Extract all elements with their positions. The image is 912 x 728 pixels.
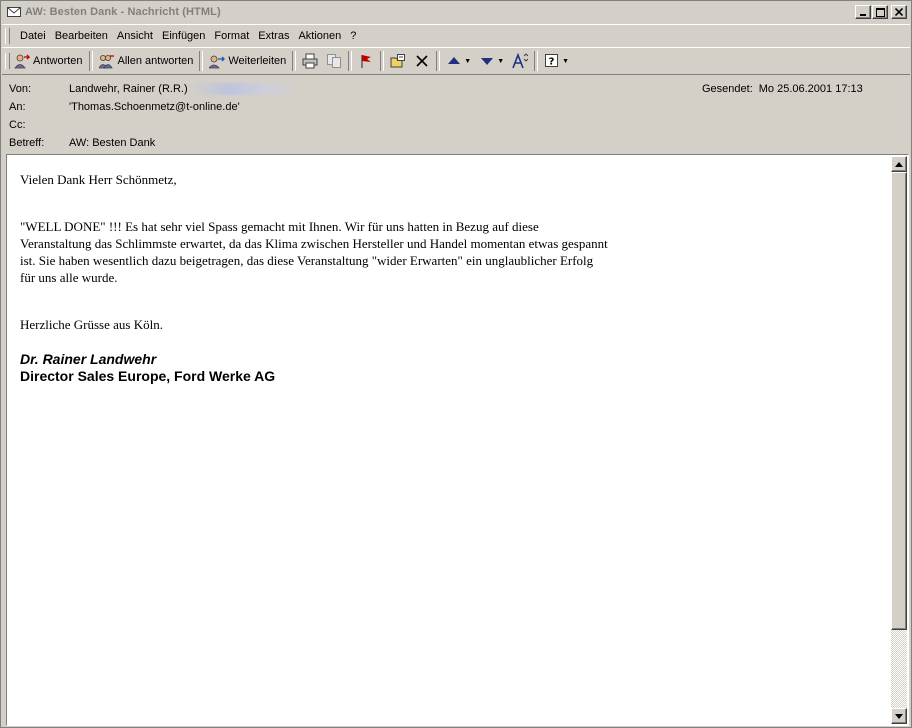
- toolbar-separator: [380, 51, 385, 71]
- toolbar-separator: [436, 51, 441, 71]
- scroll-down-button[interactable]: [891, 708, 907, 724]
- message-body[interactable]: Vielen Dank Herr Schönmetz, "WELL DONE" …: [6, 154, 909, 726]
- close-button[interactable]: [891, 5, 907, 19]
- menu-aktionen[interactable]: Aktionen: [294, 30, 345, 42]
- from-row: Von: Landwehr, Rainer (R.R.): [9, 81, 300, 97]
- printer-icon: [302, 53, 318, 69]
- maximize-button[interactable]: [872, 5, 888, 19]
- reply-icon: [14, 53, 30, 69]
- print-button[interactable]: [298, 50, 322, 72]
- envelope-icon: [6, 4, 22, 20]
- menu-help[interactable]: ?: [346, 30, 360, 42]
- window-controls: [854, 5, 907, 19]
- subject-row: Betreff: AW: Besten Dank: [9, 135, 155, 151]
- close-icon: [895, 8, 903, 16]
- subject-value: AW: Besten Dank: [69, 137, 156, 149]
- arrow-down-icon: [479, 53, 495, 69]
- redacted-mark: [191, 83, 300, 95]
- toolbar: Antworten Allen antworten Weiterleiten ▼…: [2, 47, 910, 75]
- message-headers: Von: Landwehr, Rainer (R.R.) Gesendet: M…: [2, 75, 910, 153]
- move-to-folder-icon: [390, 53, 406, 69]
- menu-bearbeiten[interactable]: Bearbeiten: [51, 30, 112, 42]
- paragraph-line: ist. Sie haben wesentlich dazu beigetrag…: [20, 253, 594, 268]
- menu-extras[interactable]: Extras: [254, 30, 293, 42]
- reply-all-icon: [98, 53, 115, 69]
- next-item-button[interactable]: ▼: [475, 50, 508, 72]
- cc-label: Cc:: [9, 119, 26, 131]
- sent-label: Gesendet:: [702, 83, 753, 95]
- copy-icon: [326, 53, 342, 69]
- paragraph-line: "WELL DONE" !!! Es hat sehr viel Spass g…: [20, 219, 539, 234]
- reply-button[interactable]: Antworten: [10, 50, 87, 72]
- minimize-button[interactable]: [855, 5, 871, 19]
- message-content: Vielen Dank Herr Schönmetz, "WELL DONE" …: [20, 171, 700, 385]
- menu-format[interactable]: Format: [210, 30, 253, 42]
- maximize-icon: [875, 7, 885, 17]
- toolbar-separator: [88, 51, 93, 71]
- greeting: Vielen Dank Herr Schönmetz,: [20, 172, 177, 187]
- toolbar-separator: [199, 51, 204, 71]
- forward-icon: [209, 53, 226, 69]
- to-label: An:: [9, 101, 26, 113]
- delete-button[interactable]: [410, 50, 434, 72]
- reply-all-button[interactable]: Allen antworten: [95, 50, 198, 72]
- toolbar-separator: [534, 51, 539, 71]
- previous-item-button[interactable]: ▼: [442, 50, 475, 72]
- move-to-folder-button[interactable]: [386, 50, 410, 72]
- message-window: AW: Besten Dank - Nachricht (HTML) Datei…: [0, 0, 912, 728]
- forward-button[interactable]: Weiterleiten: [205, 50, 290, 72]
- font-size-icon: [512, 53, 529, 69]
- sent-value: Mo 25.06.2001 17:13: [758, 83, 863, 95]
- help-icon: ?: [544, 53, 560, 69]
- menu-bar: Datei Bearbeiten Ansicht Einfügen Format…: [2, 24, 910, 48]
- chevron-down-icon[interactable]: ▼: [497, 58, 504, 65]
- paragraph-line: für uns alle wurde.: [20, 270, 118, 285]
- from-value[interactable]: Landwehr, Rainer (R.R.): [69, 83, 188, 95]
- paragraph-line: Veranstaltung das Schlimmste erwartet, d…: [20, 236, 608, 251]
- title-bar[interactable]: AW: Besten Dank - Nachricht (HTML): [2, 2, 910, 22]
- flag-icon: [358, 53, 374, 69]
- minimize-icon: [860, 14, 866, 16]
- sent-row: Gesendet: Mo 25.06.2001 17:13: [702, 83, 863, 95]
- to-value[interactable]: 'Thomas.Schoenmetz@t-online.de': [69, 101, 240, 113]
- menu-einfuegen[interactable]: Einfügen: [158, 30, 209, 42]
- arrow-up-icon: [895, 161, 903, 167]
- window-title: AW: Besten Dank - Nachricht (HTML): [25, 6, 221, 18]
- address-book-button[interactable]: [508, 50, 532, 72]
- scroll-up-button[interactable]: [891, 156, 907, 172]
- scrollbar-thumb[interactable]: [891, 172, 907, 630]
- subject-label: Betreff:: [9, 137, 45, 149]
- arrow-down-icon: [895, 713, 903, 719]
- menu-ansicht[interactable]: Ansicht: [113, 30, 157, 42]
- from-label: Von:: [9, 83, 32, 95]
- to-row: An: 'Thomas.Schoenmetz@t-online.de': [9, 99, 240, 115]
- reply-label: Antworten: [33, 55, 83, 67]
- help-button[interactable]: ? ▼: [540, 50, 573, 72]
- cc-row: Cc:: [9, 117, 69, 133]
- svg-text:?: ?: [549, 57, 555, 68]
- vertical-scrollbar[interactable]: [891, 156, 907, 724]
- delete-icon: [414, 53, 430, 69]
- signature-name: Dr. Rainer Landwehr: [20, 351, 157, 367]
- chevron-down-icon[interactable]: ▼: [562, 58, 569, 65]
- reply-all-label: Allen antworten: [117, 55, 194, 67]
- flag-button[interactable]: [354, 50, 378, 72]
- copy-button[interactable]: [322, 50, 346, 72]
- menu-datei[interactable]: Datei: [16, 30, 50, 42]
- toolbar-separator: [292, 51, 297, 71]
- closing: Herzliche Grüsse aus Köln.: [20, 317, 163, 332]
- chevron-down-icon[interactable]: ▼: [464, 58, 471, 65]
- signature-title: Director Sales Europe, Ford Werke AG: [20, 368, 276, 384]
- signature: Dr. Rainer Landwehr Director Sales Europ…: [20, 351, 700, 385]
- arrow-up-icon: [446, 53, 462, 69]
- toolbar-separator: [348, 51, 353, 71]
- forward-label: Weiterleiten: [228, 55, 287, 67]
- menu-grip[interactable]: [5, 28, 10, 44]
